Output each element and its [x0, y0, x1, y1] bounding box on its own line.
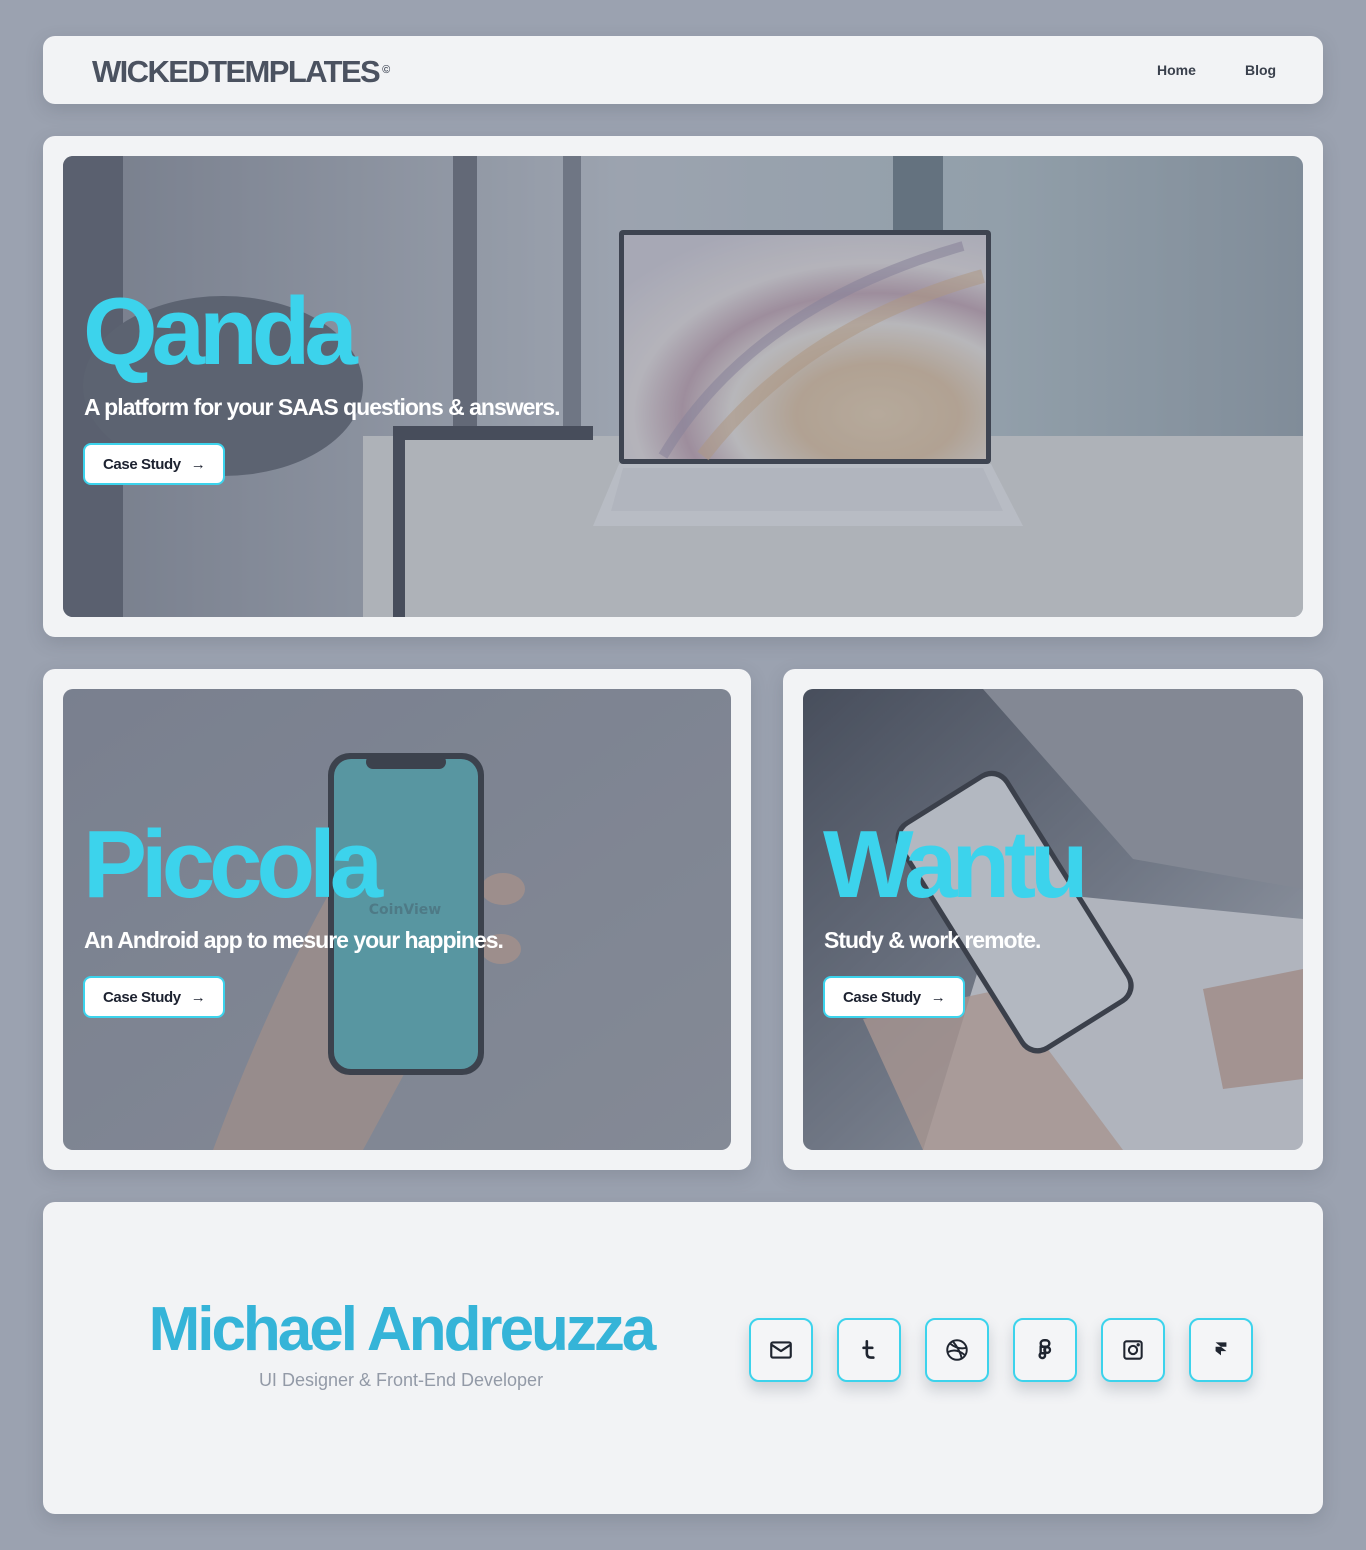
- project-card-piccola: CoinView Piccola An Android app to mesur…: [43, 669, 751, 1170]
- site-logo[interactable]: WICKEDTEMPLATES ©: [92, 53, 390, 89]
- project-description: An Android app to mesure your happines.: [84, 927, 504, 953]
- profile-section: Michael Andreuzza UI Designer & Front-En…: [43, 1202, 1323, 1514]
- project-title: Wantu: [823, 811, 1089, 918]
- profile-name: Michael Andreuzza: [148, 1295, 657, 1364]
- button-label: Case Study: [103, 455, 181, 473]
- project-card-wantu: Wantu Study & work remote. Case Study →: [783, 669, 1323, 1170]
- image-overlay: [63, 156, 1303, 617]
- arrow-right-icon: →: [190, 988, 206, 1006]
- nav-link-blog[interactable]: Blog: [1245, 61, 1276, 79]
- case-study-button[interactable]: Case Study →: [83, 443, 226, 485]
- copyright-icon: ©: [382, 64, 391, 76]
- dribbble-icon[interactable]: [925, 1318, 989, 1382]
- profile-role: UI Designer & Front-End Developer: [258, 1370, 544, 1390]
- nav-link-home[interactable]: Home: [1157, 61, 1196, 79]
- top-navbar: WICKEDTEMPLATES © Home Blog: [43, 36, 1323, 104]
- case-study-button[interactable]: Case Study →: [83, 976, 226, 1018]
- button-label: Case Study: [103, 988, 181, 1006]
- project-image-qanda: [63, 156, 1303, 617]
- image-overlay: [63, 689, 731, 1150]
- arrow-right-icon: →: [930, 988, 946, 1006]
- project-card-qanda: Qanda A platform for your SAAS questions…: [43, 136, 1323, 637]
- project-image-wantu: [803, 689, 1303, 1150]
- tumblr-icon[interactable]: [837, 1318, 901, 1382]
- figma-icon[interactable]: [1013, 1318, 1077, 1382]
- button-label: Case Study: [843, 988, 921, 1006]
- instagram-icon[interactable]: [1101, 1318, 1165, 1382]
- case-study-button[interactable]: Case Study →: [823, 976, 966, 1018]
- framer-icon[interactable]: [1189, 1318, 1253, 1382]
- project-title: Qanda: [83, 278, 358, 385]
- project-description: Study & work remote.: [824, 927, 1041, 953]
- mail-icon[interactable]: [749, 1318, 813, 1382]
- logo-text: WICKEDTEMPLATES: [92, 54, 381, 89]
- project-title: Piccola: [83, 811, 383, 918]
- project-image-piccola: CoinView: [63, 689, 731, 1150]
- project-description: A platform for your SAAS questions & ans…: [84, 394, 561, 420]
- arrow-right-icon: →: [190, 455, 206, 473]
- image-overlay: [803, 689, 1303, 1150]
